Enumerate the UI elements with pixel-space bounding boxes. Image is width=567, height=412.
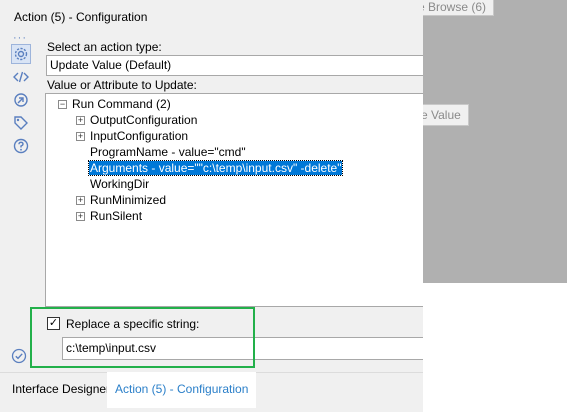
tree-node-label: Run Command (2) (72, 97, 171, 111)
tree-node-label: WorkingDir (90, 177, 150, 191)
target-icon[interactable] (11, 90, 31, 110)
window-title: Action (5) - Configuration (14, 10, 148, 24)
tree-node-label: Arguments - value=""c:\temp\input.csv" -… (87, 160, 344, 176)
expand-icon[interactable]: + (76, 196, 85, 205)
tab-interface-designer[interactable]: Interface Designer (4, 372, 118, 408)
title-bar: Action (5) - Configuration (0, 0, 423, 32)
rail-grip[interactable]: ··· (13, 32, 27, 44)
highlight-box (30, 307, 255, 368)
expand-icon[interactable]: + (76, 116, 85, 125)
gear-icon[interactable] (11, 44, 31, 64)
tree-node[interactable]: ProgramName - value="cmd" (90, 144, 246, 160)
attribute-tree[interactable]: − Run Command (2) + OutputConfiguration … (45, 93, 423, 307)
action-type-label: Select an action type: (47, 40, 162, 54)
code-icon[interactable] (11, 67, 31, 87)
collapse-icon[interactable]: − (58, 100, 67, 109)
check-circle-icon (11, 348, 27, 364)
tree-node[interactable]: WorkingDir (90, 176, 149, 192)
tag-icon[interactable] (11, 113, 31, 133)
tree-node-label: RunSilent (90, 209, 143, 223)
tree-node-label: ProgramName - value="cmd" (90, 145, 246, 159)
tree-label: Value or Attribute to Update: (47, 78, 197, 92)
tree-node-selected[interactable]: Arguments - value=""c:\temp\input.csv" -… (87, 160, 344, 176)
help-icon[interactable] (11, 136, 31, 156)
expand-icon[interactable]: + (76, 132, 85, 141)
action-type-select[interactable]: Update Value (Default) (46, 55, 423, 76)
tree-node-label: InputConfiguration (90, 129, 189, 143)
expand-icon[interactable]: + (76, 212, 85, 221)
tree-node-label: OutputConfiguration (90, 113, 198, 127)
tab-action-configuration[interactable]: Action (5) - Configuration (107, 372, 257, 408)
canvas-background (423, 0, 567, 283)
tree-node-label: RunMinimized (90, 193, 167, 207)
